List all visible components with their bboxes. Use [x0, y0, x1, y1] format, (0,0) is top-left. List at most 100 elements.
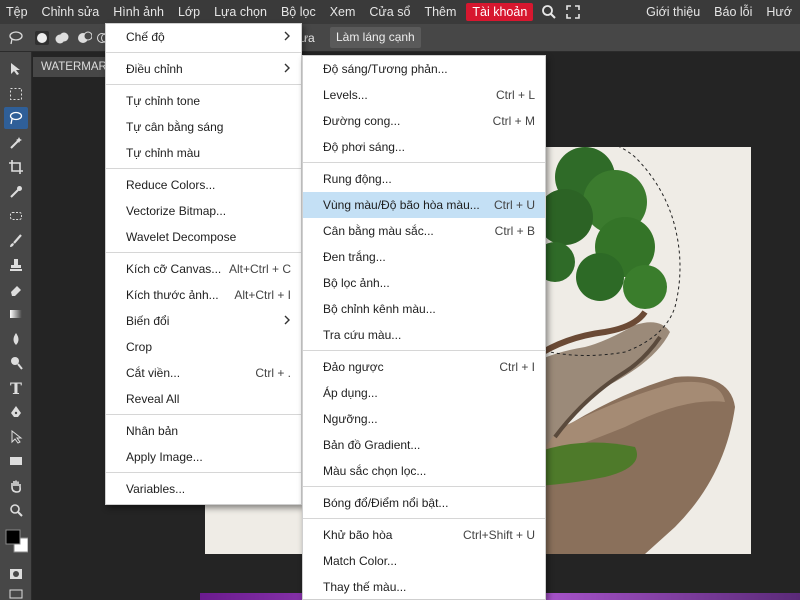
menu-item-label: Chế độ [126, 30, 165, 44]
menu-item-tu-chinh-mau[interactable]: Tự chỉnh màu [106, 140, 301, 166]
menu-item-bo-loc-anh[interactable]: Bộ lọc ảnh... [303, 270, 545, 296]
chevron-right-icon [283, 308, 291, 334]
menu-item-vectorize-bitmap[interactable]: Vectorize Bitmap... [106, 198, 301, 224]
menu-account[interactable]: Tài khoản [466, 3, 534, 21]
menu-file[interactable]: Tệp [0, 0, 36, 24]
menu-item-do-sang-tuong-phan[interactable]: Độ sáng/Tương phản... [303, 56, 545, 82]
menu-item-label: Độ sáng/Tương phản... [323, 62, 448, 76]
menu-item-dieu-chinh[interactable]: Điều chỉnh [106, 56, 301, 82]
blur-tool-icon[interactable] [4, 328, 28, 350]
menu-item-tra-cuu-mau[interactable]: Tra cứu màu... [303, 322, 545, 348]
menu-item-match-color[interactable]: Match Color... [303, 548, 545, 574]
subtract-selection-icon[interactable] [76, 30, 93, 46]
menu-item-variables[interactable]: Variables... [106, 476, 301, 502]
menu-item-reduce-colors[interactable]: Reduce Colors... [106, 172, 301, 198]
fullscreen-icon[interactable] [561, 0, 585, 24]
menu-item-vung-mau-do-bao-hoa-mau[interactable]: Vùng màu/Độ bão hòa màu... Ctrl + U [303, 192, 545, 218]
menu-item-nhan-ban[interactable]: Nhân bản [106, 418, 301, 444]
shape-tool-icon[interactable] [4, 450, 28, 472]
dodge-tool-icon[interactable] [4, 352, 28, 374]
menu-view[interactable]: Xem [324, 0, 364, 24]
menu-report-bug[interactable]: Báo lỗi [708, 0, 760, 24]
eyedropper-icon[interactable] [4, 181, 28, 203]
menu-guide[interactable]: Hướ [760, 0, 800, 24]
menu-item-label: Variables... [126, 482, 186, 496]
chevron-right-icon [283, 56, 291, 82]
quick-mask-icon[interactable] [4, 563, 28, 585]
menu-item-wavelet-decompose[interactable]: Wavelet Decompose [106, 224, 301, 250]
hand-tool-icon[interactable] [4, 475, 28, 497]
menu-item-label: Cắt viền... [126, 366, 181, 380]
menu-item-den-trang[interactable]: Đen trắng... [303, 244, 545, 270]
menu-layer[interactable]: Lớp [172, 0, 208, 24]
menu-item-rung-dong[interactable]: Rung động... [303, 166, 545, 192]
crop-tool-icon[interactable] [4, 156, 28, 178]
stamp-tool-icon[interactable] [4, 254, 28, 276]
menu-item-shortcut: Ctrl + B [494, 224, 535, 238]
screen-mode-icon[interactable] [4, 583, 28, 600]
zoom-tool-icon[interactable] [4, 499, 28, 521]
search-icon[interactable] [537, 0, 561, 24]
menu-item-bong-do-diem-noi-bat[interactable]: Bóng đổ/Điểm nổi bật... [303, 490, 545, 516]
menu-item-do-phoi-sang[interactable]: Độ phơi sáng... [303, 134, 545, 160]
menu-filter[interactable]: Bộ lọc [275, 0, 324, 24]
move-tool-icon[interactable] [4, 58, 28, 80]
type-tool-icon[interactable]: T [4, 377, 28, 399]
color-swatches[interactable] [4, 527, 28, 555]
image-menu: Chế độ Điều chỉnh Tự chỉnh tone Tự cân bằng… [105, 23, 302, 505]
menu-item-kich-thuoc-anh[interactable]: Kích thước ảnh... Alt+Ctrl + I [106, 282, 301, 308]
lasso-icon[interactable] [8, 30, 24, 49]
refine-edge-button[interactable]: Làm láng cạnh [330, 27, 421, 48]
adjustments-submenu: Độ sáng/Tương phản... Levels... Ctrl + L Đư… [302, 55, 546, 600]
menu-item-ban-do-gradient[interactable]: Bản đồ Gradient... [303, 432, 545, 458]
menu-item-tu-can-bang-sang[interactable]: Tự cân bằng sáng [106, 114, 301, 140]
menu-item-bien-doi[interactable]: Biến đổi [106, 308, 301, 334]
pen-tool-icon[interactable] [4, 401, 28, 423]
menu-item-crop[interactable]: Crop [106, 334, 301, 360]
menu-item-label: Apply Image... [126, 450, 203, 464]
menu-item-kich-co-canvas[interactable]: Kích cỡ Canvas... Alt+Ctrl + C [106, 256, 301, 282]
path-select-icon[interactable] [4, 426, 28, 448]
menu-item-label: Tự chỉnh tone [126, 94, 201, 108]
menu-item-dao-nguoc[interactable]: Đảo ngược Ctrl + I [303, 354, 545, 380]
menu-item-levels[interactable]: Levels... Ctrl + L [303, 82, 545, 108]
menu-item-khu-bao-hoa[interactable]: Khử bão hòa Ctrl+Shift + U [303, 522, 545, 548]
menu-about[interactable]: Giới thiệu [640, 0, 708, 24]
menu-image[interactable]: Hình ảnh [107, 0, 172, 24]
menu-item-label: Đen trắng... [323, 250, 386, 264]
menu-bar: Tệp Chỉnh sửa Hình ảnh Lớp Lựa chọn Bộ l… [0, 0, 800, 24]
eraser-tool-icon[interactable] [4, 279, 28, 301]
magic-wand-icon[interactable] [4, 132, 28, 154]
menu-item-mau-sac-chon-loc[interactable]: Màu sắc chọn lọc... [303, 458, 545, 484]
new-selection-icon[interactable] [34, 30, 50, 46]
menu-item-duong-cong[interactable]: Đường cong... Ctrl + M [303, 108, 545, 134]
add-selection-icon[interactable] [54, 30, 70, 46]
lasso-tool-icon[interactable] [4, 107, 28, 129]
menu-item-ap-dung[interactable]: Áp dụng... [303, 380, 545, 406]
menu-item-nguong[interactable]: Ngưỡng... [303, 406, 545, 432]
menu-item-label: Match Color... [323, 554, 398, 568]
menu-item-cat-vien[interactable]: Cắt viền... Ctrl + . [106, 360, 301, 386]
marquee-tool-icon[interactable] [4, 83, 28, 105]
menu-item-label: Tự chỉnh màu [126, 146, 201, 160]
menu-select[interactable]: Lựa chọn [208, 0, 275, 24]
brush-tool-icon[interactable] [4, 230, 28, 252]
gradient-tool-icon[interactable] [4, 303, 28, 325]
menu-item-tu-chinh-tone[interactable]: Tự chỉnh tone [106, 88, 301, 114]
menu-item-label: Tra cứu màu... [323, 328, 402, 342]
menu-item-bo-chinh-kenh-mau[interactable]: Bộ chỉnh kênh màu... [303, 296, 545, 322]
menu-item-thay-the-mau[interactable]: Thay thế màu... [303, 574, 545, 600]
menu-more[interactable]: Thêm [418, 0, 464, 24]
menu-item-label: Crop [126, 340, 153, 354]
menu-item-label: Đảo ngược [323, 360, 384, 374]
menu-item-che-do[interactable]: Chế độ [106, 24, 301, 50]
document-tab[interactable]: WATERMARK [33, 57, 113, 77]
menu-item-label: Bóng đổ/Điểm nổi bật... [323, 496, 449, 510]
spot-heal-icon[interactable] [4, 205, 28, 227]
menu-edit[interactable]: Chỉnh sửa [36, 0, 108, 24]
menu-item-apply-image[interactable]: Apply Image... [106, 444, 301, 470]
menu-item-reveal-all[interactable]: Reveal All [106, 386, 301, 412]
menu-window[interactable]: Cửa sổ [363, 0, 418, 24]
menu-item-can-bang-mau-sac[interactable]: Cân bằng màu sắc... Ctrl + B [303, 218, 545, 244]
menu-item-shortcut: Ctrl + . [255, 366, 291, 380]
